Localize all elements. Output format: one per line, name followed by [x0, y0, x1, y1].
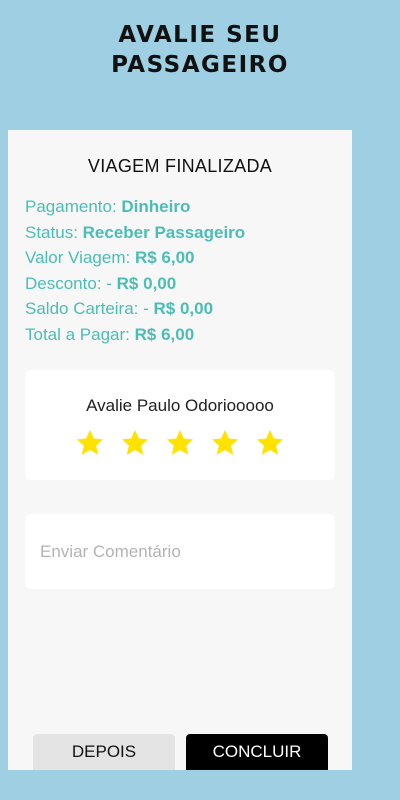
- star-rating: [75, 428, 285, 464]
- payment-row: Pagamento: Dinheiro: [25, 194, 245, 220]
- comment-input[interactable]: [25, 514, 335, 589]
- later-button[interactable]: DEPOIS: [33, 734, 175, 770]
- rating-panel: Avalie Paulo Odoriooooo: [25, 370, 335, 480]
- comment-panel: [25, 514, 335, 589]
- discount-row: Desconto: - R$ 0,00: [25, 271, 245, 297]
- trip-value-amount: R$ 6,00: [134, 248, 195, 267]
- discount-amount: R$ 0,00: [116, 273, 177, 293]
- payment-label: Pagamento:: [25, 197, 122, 216]
- rating-label: Avalie Paulo Odoriooooo: [86, 396, 274, 415]
- wallet-balance-amount: R$ 0,00: [153, 299, 214, 318]
- page-title-line-2: PASSAGEIRO: [111, 52, 289, 78]
- status-label: Status:: [25, 222, 83, 242]
- page-title-line-1: AVALIE SEU: [118, 22, 282, 48]
- discount-label: Desconto: -: [25, 273, 117, 293]
- total-label: Total a Pagar:: [25, 324, 135, 344]
- star-icon-5[interactable]: [255, 428, 285, 458]
- page-title: AVALIE SEU PASSAGEIRO: [0, 20, 400, 80]
- trip-value-row: Valor Viagem: R$ 6,00: [25, 245, 245, 271]
- trip-status-title: VIAGEM FINALIZADA: [87, 156, 273, 176]
- total-row: Total a Pagar: R$ 6,00: [25, 322, 245, 348]
- trip-value-label: Valor Viagem:: [25, 248, 135, 267]
- status-value: Receber Passageiro: [82, 222, 246, 242]
- conclude-button[interactable]: CONCLUIR: [186, 734, 328, 770]
- star-icon-1[interactable]: [75, 428, 105, 458]
- star-icon-3[interactable]: [165, 428, 195, 458]
- trip-info-list: Pagamento: Dinheiro Status: Receber Pass…: [25, 194, 245, 347]
- wallet-balance-label: Saldo Carteira: -: [25, 299, 154, 318]
- payment-value: Dinheiro: [121, 197, 191, 216]
- status-row: Status: Receber Passageiro: [25, 220, 245, 246]
- total-amount: R$ 6,00: [134, 324, 195, 344]
- star-icon-4[interactable]: [210, 428, 240, 458]
- trip-summary-card: VIAGEM FINALIZADA Pagamento: Dinheiro St…: [8, 130, 352, 770]
- wallet-balance-row: Saldo Carteira: - R$ 0,00: [25, 296, 245, 322]
- star-icon-2[interactable]: [120, 428, 150, 458]
